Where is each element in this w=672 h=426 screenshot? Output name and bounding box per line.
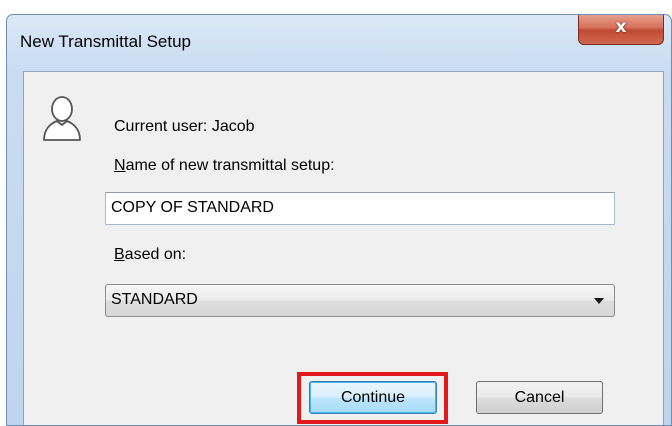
based-on-selected-value: STANDARD xyxy=(111,291,198,308)
dialog-window: New Transmittal Setup x Current user: Ja… xyxy=(6,14,672,426)
setup-name-label: Name of new transmittal setup: xyxy=(114,157,335,175)
title-bar[interactable]: New Transmittal Setup x xyxy=(7,15,671,71)
user-silhouette-icon xyxy=(43,96,81,141)
based-on-dropdown[interactable]: STANDARD xyxy=(105,284,615,317)
based-on-label: Based on: xyxy=(114,246,186,264)
close-button[interactable]: x xyxy=(578,15,664,45)
cancel-button[interactable]: Cancel xyxy=(476,381,603,414)
chevron-down-icon[interactable] xyxy=(594,298,604,304)
current-user-label: Current user: Jacob xyxy=(114,118,255,135)
dialog-body: Current user: Jacob Name of new transmit… xyxy=(23,71,664,425)
continue-button[interactable]: Continue xyxy=(309,381,437,414)
setup-name-label-text: ame of new transmittal setup: xyxy=(125,157,335,174)
window-title: New Transmittal Setup xyxy=(20,32,192,51)
setup-name-input[interactable]: COPY OF STANDARD xyxy=(105,192,615,225)
close-icon: x xyxy=(615,17,627,37)
setup-name-accesskey: N xyxy=(114,157,126,174)
based-on-label-text: ased on: xyxy=(124,246,187,263)
based-on-accesskey: B xyxy=(114,246,125,263)
